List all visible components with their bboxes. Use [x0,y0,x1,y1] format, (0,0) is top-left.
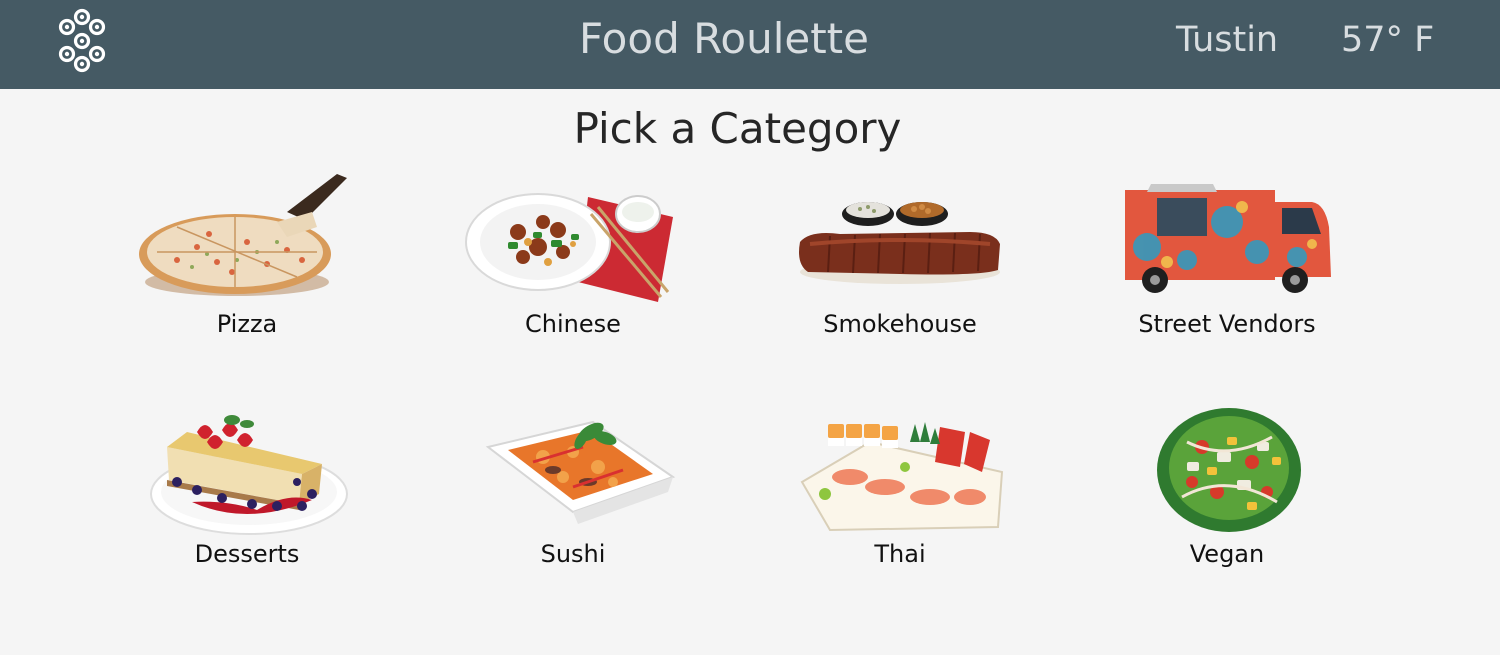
city-label: Tustin [1176,20,1279,60]
top-bar: Food Roulette Tustin 57° F [0,0,1500,89]
category-label: Desserts [194,540,300,568]
category-pizza[interactable]: Pizza [102,172,392,372]
page-title: Pick a Category [573,104,902,153]
curry-bowl-icon [485,420,676,524]
category-thai[interactable]: Thai [755,402,1045,602]
ribs-icon [799,202,1000,284]
category-label: Vegan [1189,540,1265,568]
salad-icon [1157,408,1301,532]
category-smokehouse[interactable]: Smokehouse [755,172,1045,372]
category-sushi[interactable]: Sushi [428,402,718,602]
category-chinese[interactable]: Chinese [428,172,718,372]
category-vegan[interactable]: Vegan [1082,402,1372,602]
food-truck-icon [1125,184,1331,293]
category-desserts[interactable]: Desserts [102,402,392,602]
category-label: Chinese [525,310,621,338]
chinese-dish-icon [465,193,673,302]
pizza-icon [139,174,347,296]
temperature-label: 57° F [1341,20,1435,60]
category-street-vendors[interactable]: Street Vendors [1082,172,1372,372]
category-label: Street Vendors [1138,310,1316,338]
sushi-platter-icon [800,422,1004,532]
category-label: Smokehouse [823,310,977,338]
category-label: Sushi [540,540,606,568]
category-label: Thai [874,540,926,568]
category-label: Pizza [216,310,278,338]
cheesecake-icon [150,415,348,535]
